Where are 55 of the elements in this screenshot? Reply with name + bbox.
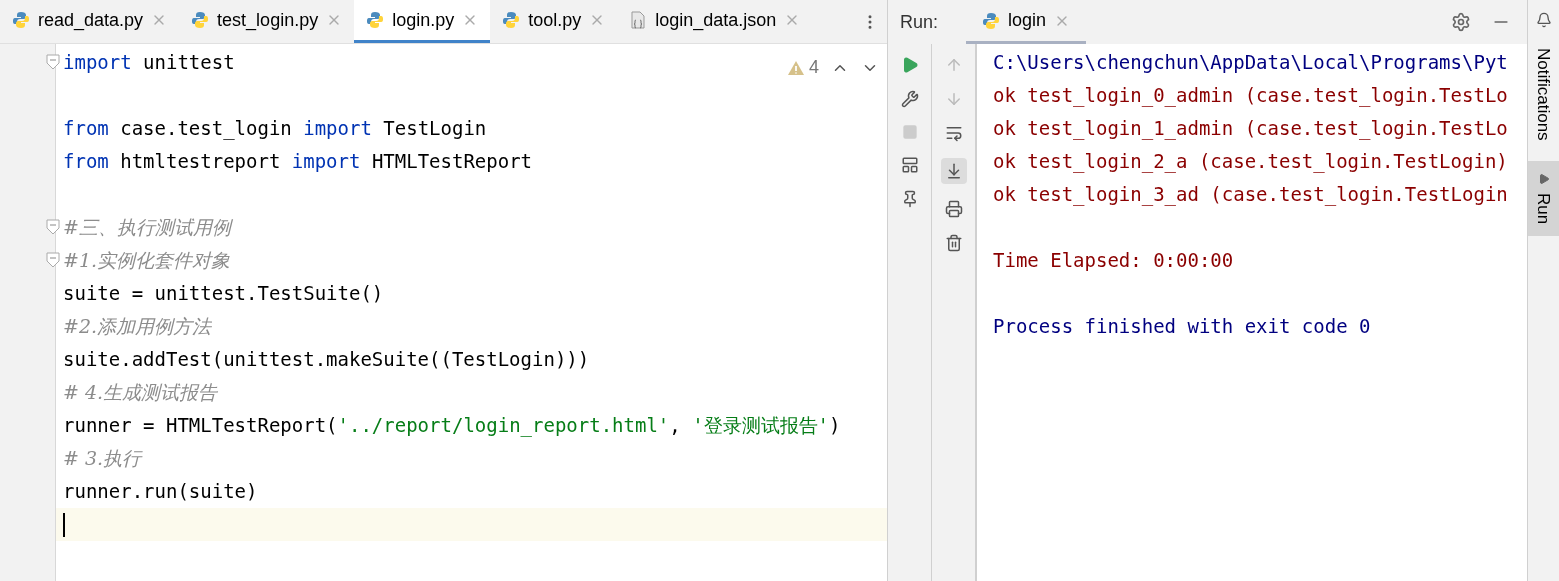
console-line: ok test_login_2_a (case.test_login.TestLogin) [993, 149, 1508, 175]
fold-marker-icon[interactable] [46, 219, 60, 235]
python-file-icon [12, 11, 30, 29]
tab-label: test_login.py [217, 8, 319, 33]
editor-tab[interactable]: read_data.py [0, 0, 180, 43]
code-line: # 3.执行 [63, 446, 142, 472]
editor-tab[interactable]: tool.py [490, 0, 618, 43]
editor-tab[interactable]: login.py [354, 0, 491, 43]
code-line: #2.添加用例方法 [63, 314, 212, 340]
tab-label: tool.py [528, 8, 582, 32]
trash-icon[interactable] [944, 234, 963, 252]
play-icon [1537, 172, 1550, 185]
warning-indicator[interactable]: 4 [787, 54, 819, 81]
code-line: import unittest [63, 50, 235, 76]
json-file-icon [629, 11, 648, 29]
settings-icon[interactable] [1451, 12, 1471, 32]
text-cursor [63, 512, 65, 537]
code-line: #三、执行测试用例 [63, 215, 231, 241]
python-file-icon [982, 11, 1001, 30]
tab-label: login [1008, 9, 1047, 32]
python-file-icon [191, 11, 210, 29]
run-title: Run: [899, 10, 940, 34]
editor-tab[interactable]: login_data.json [617, 0, 813, 43]
bell-icon[interactable] [1535, 12, 1552, 28]
code-line: suite = unittest.TestSuite() [63, 281, 384, 307]
console-line: ok test_login_0_admin (case.test_login.TestLo [993, 83, 1508, 109]
console-line: ok test_login_1_admin (case.test_login.TestLo [993, 116, 1508, 142]
wrench-icon[interactable] [900, 90, 919, 108]
code-line: # 4.生成测试报告 [63, 380, 218, 406]
soft-wrap-icon[interactable] [944, 124, 963, 142]
tab-label: login_data.json [655, 8, 777, 33]
code-line: runner = HTMLTestReport('../report/login_report.html', '登录测试报告') [63, 413, 841, 439]
editor-tab[interactable]: test_login.py [179, 0, 355, 43]
code-line: #1.实例化套件对象 [63, 248, 231, 274]
run-configuration-tab[interactable]: login [966, 0, 1087, 44]
tab-label: read_data.py [38, 8, 144, 33]
code-line: from htmltestreport import HTMLTestReport [63, 149, 533, 175]
python-file-icon [502, 11, 521, 29]
console-line: Process finished with exit code 0 [993, 314, 1371, 340]
code-line: from case.test_login import TestLogin [63, 116, 487, 142]
fold-marker-icon[interactable] [46, 54, 60, 70]
console-line: ok test_login_3_ad (case.test_login.TestLogin [993, 182, 1508, 208]
side-tool-tab[interactable]: Run [1528, 160, 1559, 236]
console-line: Time Elapsed: 0:00:00 [993, 248, 1234, 274]
python-file-icon [366, 11, 385, 29]
console-line: C:\Users\chengchun\AppData\Local\Programs\Pyt [993, 50, 1508, 76]
side-tool-tab[interactable]: Notifications [1528, 36, 1559, 153]
warning-icon [787, 59, 805, 76]
code-line: suite.addTest(unittest.makeSuite((TestLogin))) [63, 347, 590, 373]
code-line: runner.run(suite) [63, 479, 258, 505]
scroll-to-end-button[interactable] [940, 158, 967, 184]
tab-label: login.py [392, 8, 455, 32]
print-icon[interactable] [944, 200, 963, 218]
fold-marker-icon[interactable] [46, 252, 60, 268]
layout-icon[interactable] [900, 156, 919, 174]
